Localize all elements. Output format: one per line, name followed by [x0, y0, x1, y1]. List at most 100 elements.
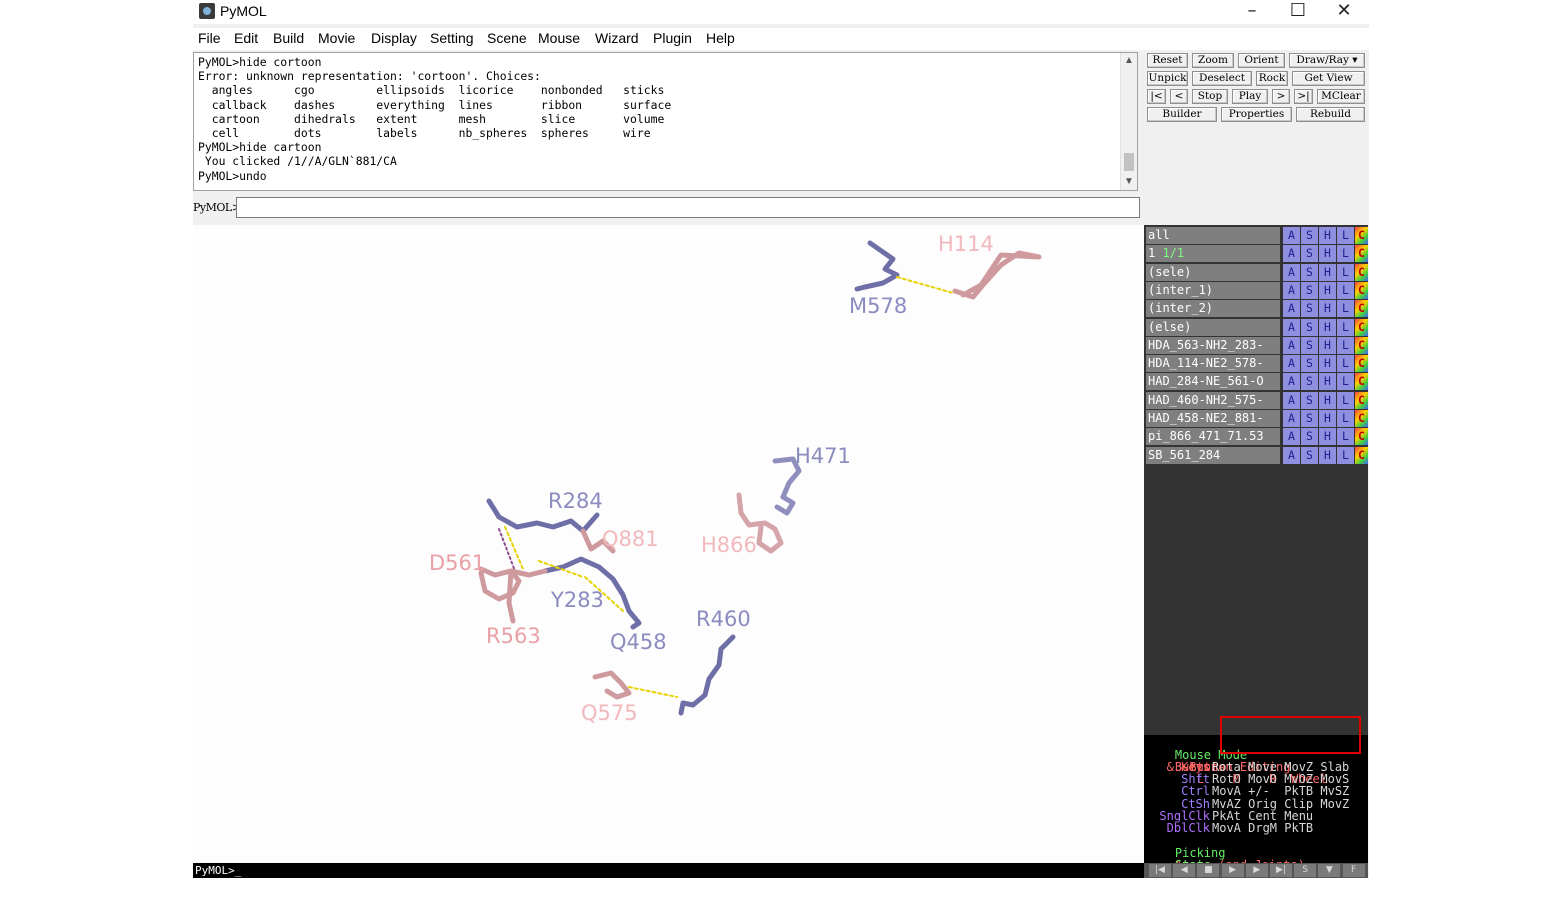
object-row[interactable]: (sele) A S H L C [1146, 263, 1368, 281]
object-name[interactable]: HDA_114-NE2_578- [1146, 355, 1280, 373]
hide-menu-button[interactable]: H [1319, 446, 1336, 464]
menu-edit[interactable]: Edit [234, 30, 258, 46]
hide-menu-button[interactable]: H [1319, 355, 1336, 373]
reset-button[interactable]: Reset [1147, 53, 1188, 68]
label-menu-button[interactable]: L [1337, 355, 1354, 373]
show-menu-button[interactable]: S [1301, 428, 1318, 446]
rebuild-button[interactable]: Rebuild [1296, 107, 1365, 122]
show-menu-button[interactable]: S [1301, 446, 1318, 464]
molecular-viewport[interactable]: H114 M578 H471 R284 Q881 H866 D561 Y283 … [193, 225, 1144, 863]
object-row[interactable]: (inter_2) A S H L C [1146, 300, 1368, 318]
hide-menu-button[interactable]: H [1319, 336, 1336, 354]
color-menu-button[interactable]: C [1355, 336, 1368, 354]
show-menu-button[interactable]: S [1301, 336, 1318, 354]
show-menu-button[interactable]: S [1301, 355, 1318, 373]
dropdown-icon[interactable]: ▼ [1318, 864, 1341, 877]
close-button[interactable]: ✕ [1321, 0, 1367, 24]
rewind-icon[interactable]: |◀ [1149, 864, 1171, 877]
object-name[interactable]: SB_561_284 [1146, 446, 1280, 464]
color-menu-button[interactable]: C [1355, 391, 1368, 409]
object-row[interactable]: HAD_460-NH2_575- A S H L C [1146, 391, 1368, 409]
action-menu-button[interactable]: A [1283, 318, 1300, 336]
object-name[interactable]: (sele) [1146, 263, 1280, 281]
object-row[interactable]: HDA_114-NE2_578- A S H L C [1146, 355, 1368, 373]
hide-menu-button[interactable]: H [1319, 410, 1336, 427]
menu-wizard[interactable]: Wizard [595, 30, 639, 46]
color-menu-button[interactable]: C [1355, 281, 1368, 299]
get-view-button[interactable]: Get View [1292, 71, 1365, 86]
menu-build[interactable]: Build [273, 30, 304, 46]
object-row[interactable]: pi_866_471_71.53 A S H L C [1146, 428, 1368, 446]
menu-scene[interactable]: Scene [487, 30, 527, 46]
show-menu-button[interactable]: S [1301, 391, 1318, 409]
action-menu-button[interactable]: A [1283, 355, 1300, 373]
deselect-button[interactable]: Deselect [1192, 71, 1252, 86]
object-name[interactable]: (inter_1) [1146, 281, 1280, 299]
show-menu-button[interactable]: S [1301, 410, 1318, 427]
scroll-down-icon[interactable]: ▼ [1121, 174, 1137, 190]
hide-menu-button[interactable]: H [1319, 245, 1336, 263]
unpick-button[interactable]: Unpick [1147, 71, 1188, 86]
object-name[interactable]: HAD_284-NE_561-O [1146, 373, 1280, 391]
show-menu-button[interactable]: S [1301, 281, 1318, 299]
label-menu-button[interactable]: L [1337, 373, 1354, 391]
menu-help[interactable]: Help [706, 30, 735, 46]
color-menu-button[interactable]: C [1355, 300, 1368, 318]
label-menu-button[interactable]: L [1337, 227, 1354, 244]
color-menu-button[interactable]: C [1355, 318, 1368, 336]
scene-button[interactable]: S [1294, 864, 1317, 877]
object-name[interactable]: pi_866_471_71.53 [1146, 428, 1280, 446]
color-menu-button[interactable]: C [1355, 428, 1368, 446]
play-button[interactable]: Play [1232, 89, 1268, 104]
play-icon[interactable]: ▶ [1221, 864, 1244, 877]
zoom-button[interactable]: Zoom [1192, 53, 1234, 68]
hide-menu-button[interactable]: H [1319, 428, 1336, 446]
label-menu-button[interactable]: L [1337, 336, 1354, 354]
next-frame-button[interactable]: > [1272, 89, 1290, 104]
menu-plugin[interactable]: Plugin [653, 30, 692, 46]
object-name[interactable]: HAD_458-NE2_881- [1146, 410, 1280, 427]
show-menu-button[interactable]: S [1301, 245, 1318, 263]
orient-button[interactable]: Orient [1238, 53, 1285, 68]
action-menu-button[interactable]: A [1283, 336, 1300, 354]
mouse-mode-panel[interactable]: Mouse Mode 3-Button Editing Buttons L M … [1144, 735, 1368, 884]
step-forward-icon[interactable]: ▶ [1245, 864, 1268, 877]
color-menu-button[interactable]: C [1355, 245, 1368, 263]
label-menu-button[interactable]: L [1337, 428, 1354, 446]
color-menu-button[interactable]: C [1355, 355, 1368, 373]
label-menu-button[interactable]: L [1337, 245, 1354, 263]
color-menu-button[interactable]: C [1355, 373, 1368, 391]
menu-setting[interactable]: Setting [430, 30, 474, 46]
last-frame-button[interactable]: >| [1294, 89, 1313, 104]
builder-button[interactable]: Builder [1147, 107, 1217, 122]
action-menu-button[interactable]: A [1283, 281, 1300, 299]
label-menu-button[interactable]: L [1337, 300, 1354, 318]
menu-display[interactable]: Display [371, 30, 417, 46]
show-menu-button[interactable]: S [1301, 300, 1318, 318]
draw-ray-button[interactable]: Draw/Ray ▾ [1289, 53, 1365, 68]
show-menu-button[interactable]: S [1301, 318, 1318, 336]
hide-menu-button[interactable]: H [1319, 373, 1336, 391]
color-menu-button[interactable]: C [1355, 227, 1368, 244]
show-menu-button[interactable]: S [1301, 227, 1318, 244]
object-row[interactable]: (else) A S H L C [1146, 318, 1368, 336]
properties-button[interactable]: Properties [1221, 107, 1292, 122]
hide-menu-button[interactable]: H [1319, 391, 1336, 409]
stop-icon[interactable]: ■ [1197, 864, 1220, 877]
hide-menu-button[interactable]: H [1319, 263, 1336, 281]
menu-movie[interactable]: Movie [318, 30, 355, 46]
action-menu-button[interactable]: A [1283, 245, 1300, 263]
show-menu-button[interactable]: S [1301, 263, 1318, 281]
object-row[interactable]: HDA_563-NH2_283- A S H L C [1146, 336, 1368, 354]
object-name[interactable]: HDA_563-NH2_283- [1146, 336, 1280, 354]
object-name[interactable]: HAD_460-NH2_575- [1146, 391, 1280, 409]
color-menu-button[interactable]: C [1355, 263, 1368, 281]
label-menu-button[interactable]: L [1337, 318, 1354, 336]
hide-menu-button[interactable]: H [1319, 227, 1336, 244]
show-menu-button[interactable]: S [1301, 373, 1318, 391]
rock-button[interactable]: Rock [1256, 71, 1288, 86]
menu-file[interactable]: File [198, 30, 221, 46]
fullscreen-button[interactable]: F [1342, 864, 1365, 877]
hide-menu-button[interactable]: H [1319, 300, 1336, 318]
label-menu-button[interactable]: L [1337, 281, 1354, 299]
